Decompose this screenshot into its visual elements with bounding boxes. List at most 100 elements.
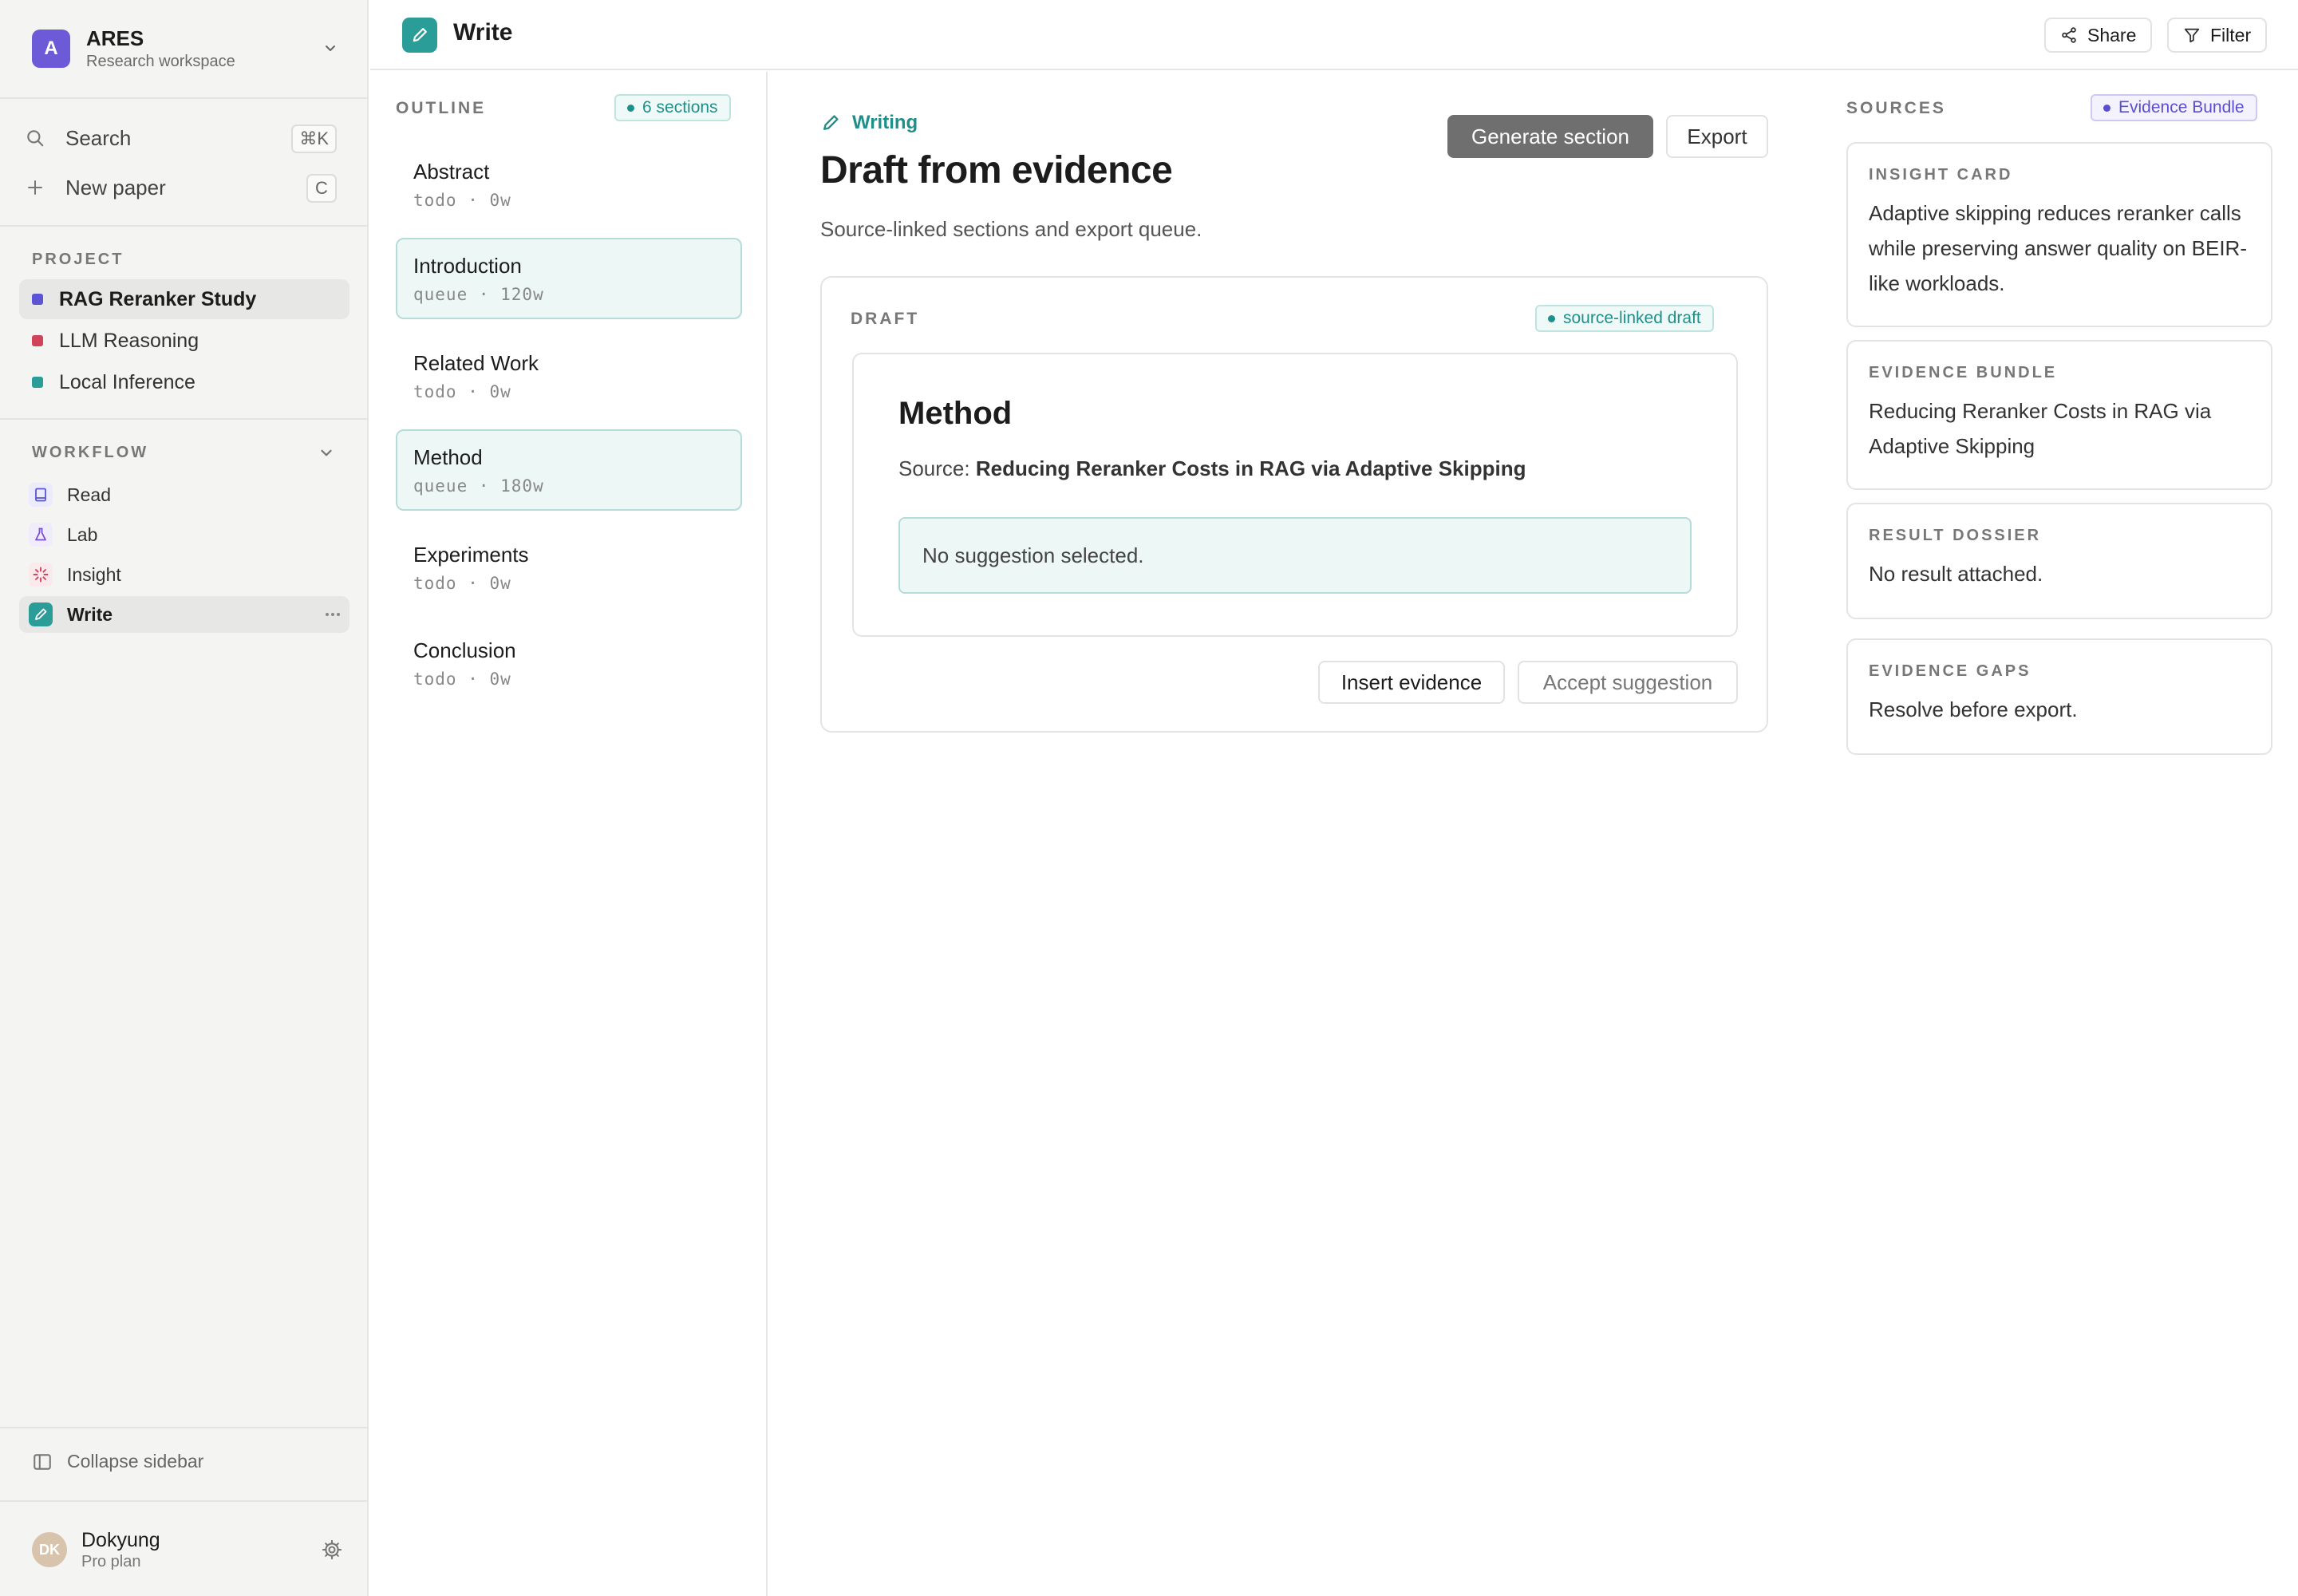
suggestion-box: No suggestion selected. <box>898 517 1692 594</box>
outline-panel: OUTLINE 6 sections Abstract todo · 0w In… <box>370 72 768 1596</box>
project-item-llm-reasoning[interactable]: LLM Reasoning <box>19 321 349 361</box>
badge-label: Evidence Bundle <box>2118 98 2245 117</box>
workflow-label: Read <box>67 484 111 505</box>
source-card-body: Resolve before export. <box>1869 697 2078 721</box>
outline-item-title: Abstract <box>413 160 490 184</box>
outline-item-experiments[interactable]: Experiments todo · 0w <box>396 527 742 608</box>
sidebar-panel-icon <box>32 1452 53 1472</box>
workflow-item-read[interactable]: Read <box>19 476 349 513</box>
source-card-evidence-bundle[interactable]: EVIDENCE BUNDLE Reducing Reranker Costs … <box>1846 340 2272 490</box>
outline-item-meta: queue · 120w <box>413 285 544 304</box>
workflow-item-write[interactable]: Write <box>19 596 349 633</box>
project-item-rag-reranker-study[interactable]: RAG Reranker Study <box>19 279 349 319</box>
search-label: Search <box>65 125 132 150</box>
sparkle-icon <box>29 563 53 587</box>
project-item-local-inference[interactable]: Local Inference <box>19 362 349 402</box>
insert-evidence-button[interactable]: Insert evidence <box>1318 661 1505 704</box>
pencil-icon <box>820 113 841 133</box>
workspace-avatar: A <box>32 30 70 68</box>
source-title: Reducing Reranker Costs in RAG via Adapt… <box>975 456 1526 480</box>
divider <box>0 97 369 99</box>
project-label: RAG Reranker Study <box>59 287 257 310</box>
main-panel: Writing Draft from evidence Source-linke… <box>769 72 1819 1596</box>
draft-title: Draft from evidence <box>820 149 1173 192</box>
new-paper-button[interactable]: New paper C <box>19 168 337 207</box>
divider <box>0 225 369 227</box>
section-editor[interactable]: Method Source: Reducing Reranker Costs i… <box>852 353 1738 637</box>
evidence-bundle-badge: Evidence Bundle <box>2091 94 2257 121</box>
search-icon <box>19 128 51 148</box>
sources-panel: SOURCES Evidence Bundle INSIGHT CARD Ada… <box>1821 72 2298 1596</box>
workspace-subtitle: Research workspace <box>86 53 235 70</box>
outline-item-abstract[interactable]: Abstract todo · 0w <box>396 144 742 225</box>
generate-section-button[interactable]: Generate section <box>1447 115 1653 158</box>
filter-button[interactable]: Filter <box>2167 18 2268 53</box>
flask-icon <box>29 523 53 547</box>
sources-header: SOURCES <box>1846 99 1946 117</box>
writing-eyebrow: Writing <box>820 112 918 134</box>
draft-header: DRAFT <box>851 310 920 328</box>
user-profile[interactable]: DK Dokyung Pro plan <box>32 1526 343 1574</box>
user-plan: Pro plan <box>81 1553 141 1570</box>
outline-item-meta: todo · 0w <box>413 191 511 210</box>
status-dot <box>2103 104 2110 112</box>
share-button[interactable]: Share <box>2044 18 2153 53</box>
export-button[interactable]: Export <box>1666 115 1768 158</box>
divider <box>0 1500 369 1502</box>
section-title: Method <box>898 396 1013 431</box>
search-shortcut: ⌘K <box>291 124 337 153</box>
outline-item-meta: queue · 180w <box>413 476 544 496</box>
filter-label: Filter <box>2210 24 2252 45</box>
filter-icon <box>2183 26 2201 44</box>
workflow-label: Lab <box>67 523 98 545</box>
workflow-label: Insight <box>67 563 121 585</box>
workflow-label: Write <box>67 603 113 625</box>
outline-item-title: Related Work <box>413 351 539 375</box>
outline-item-introduction[interactable]: Introduction queue · 120w <box>396 238 742 319</box>
status-dot <box>1548 314 1555 322</box>
source-card-label: EVIDENCE BUNDLE <box>1869 364 2058 381</box>
project-header: PROJECT <box>32 251 124 268</box>
more-horizontal-icon[interactable] <box>322 604 343 625</box>
source-card-result-dossier[interactable]: RESULT DOSSIER No result attached. <box>1846 503 2272 619</box>
workspace-switcher[interactable]: A ARES Research workspace <box>18 18 351 80</box>
divider <box>0 418 369 420</box>
outline-item-meta: todo · 0w <box>413 382 511 401</box>
outline-item-conclusion[interactable]: Conclusion todo · 0w <box>396 622 742 704</box>
collapse-sidebar-button[interactable]: Collapse sidebar <box>32 1451 203 1472</box>
workspace-name: ARES <box>86 26 144 50</box>
project-color-dot <box>32 294 43 305</box>
outline-item-title: Conclusion <box>413 638 516 662</box>
source-card-body: Reducing Reranker Costs in RAG via Adapt… <box>1869 399 2212 458</box>
source-card-label: EVIDENCE GAPS <box>1869 662 2031 680</box>
book-icon <box>29 483 53 507</box>
workflow-item-insight[interactable]: Insight <box>19 556 349 593</box>
chevron-down-icon[interactable] <box>322 40 338 56</box>
share-label: Share <box>2087 24 2137 45</box>
search-button[interactable]: Search ⌘K <box>19 118 337 158</box>
outline-item-method[interactable]: Method queue · 180w <box>396 429 742 511</box>
project-color-dot <box>32 377 43 388</box>
source-card-insight[interactable]: INSIGHT CARD Adaptive skipping reduces r… <box>1846 142 2272 327</box>
source-card-label: RESULT DOSSIER <box>1869 527 2042 544</box>
source-prefix: Source: <box>898 456 970 480</box>
chevron-down-icon[interactable] <box>318 444 335 461</box>
workflow-item-lab[interactable]: Lab <box>19 516 349 553</box>
outline-item-related-work[interactable]: Related Work todo · 0w <box>396 335 742 417</box>
gear-icon[interactable] <box>321 1539 343 1561</box>
section-count-label: 6 sections <box>642 98 718 117</box>
outline-item-title: Introduction <box>413 254 522 278</box>
project-label: LLM Reasoning <box>59 329 199 352</box>
outline-item-meta: todo · 0w <box>413 574 511 593</box>
eyebrow-label: Writing <box>852 112 918 133</box>
source-card-evidence-gaps[interactable]: EVIDENCE GAPS Resolve before export. <box>1846 638 2272 755</box>
project-label: Local Inference <box>59 370 195 393</box>
source-card-body: Adaptive skipping reduces reranker calls… <box>1869 201 2247 295</box>
accept-suggestion-button[interactable]: Accept suggestion <box>1518 661 1738 704</box>
source-linked-badge: source-linked draft <box>1535 305 1714 332</box>
pencil-icon <box>402 18 437 53</box>
source-card-body: No result attached. <box>1869 562 2043 586</box>
workflow-header: WORKFLOW <box>32 444 149 461</box>
badge-label: source-linked draft <box>1563 309 1701 327</box>
draft-card: DRAFT source-linked draft Method Source:… <box>820 276 1768 733</box>
